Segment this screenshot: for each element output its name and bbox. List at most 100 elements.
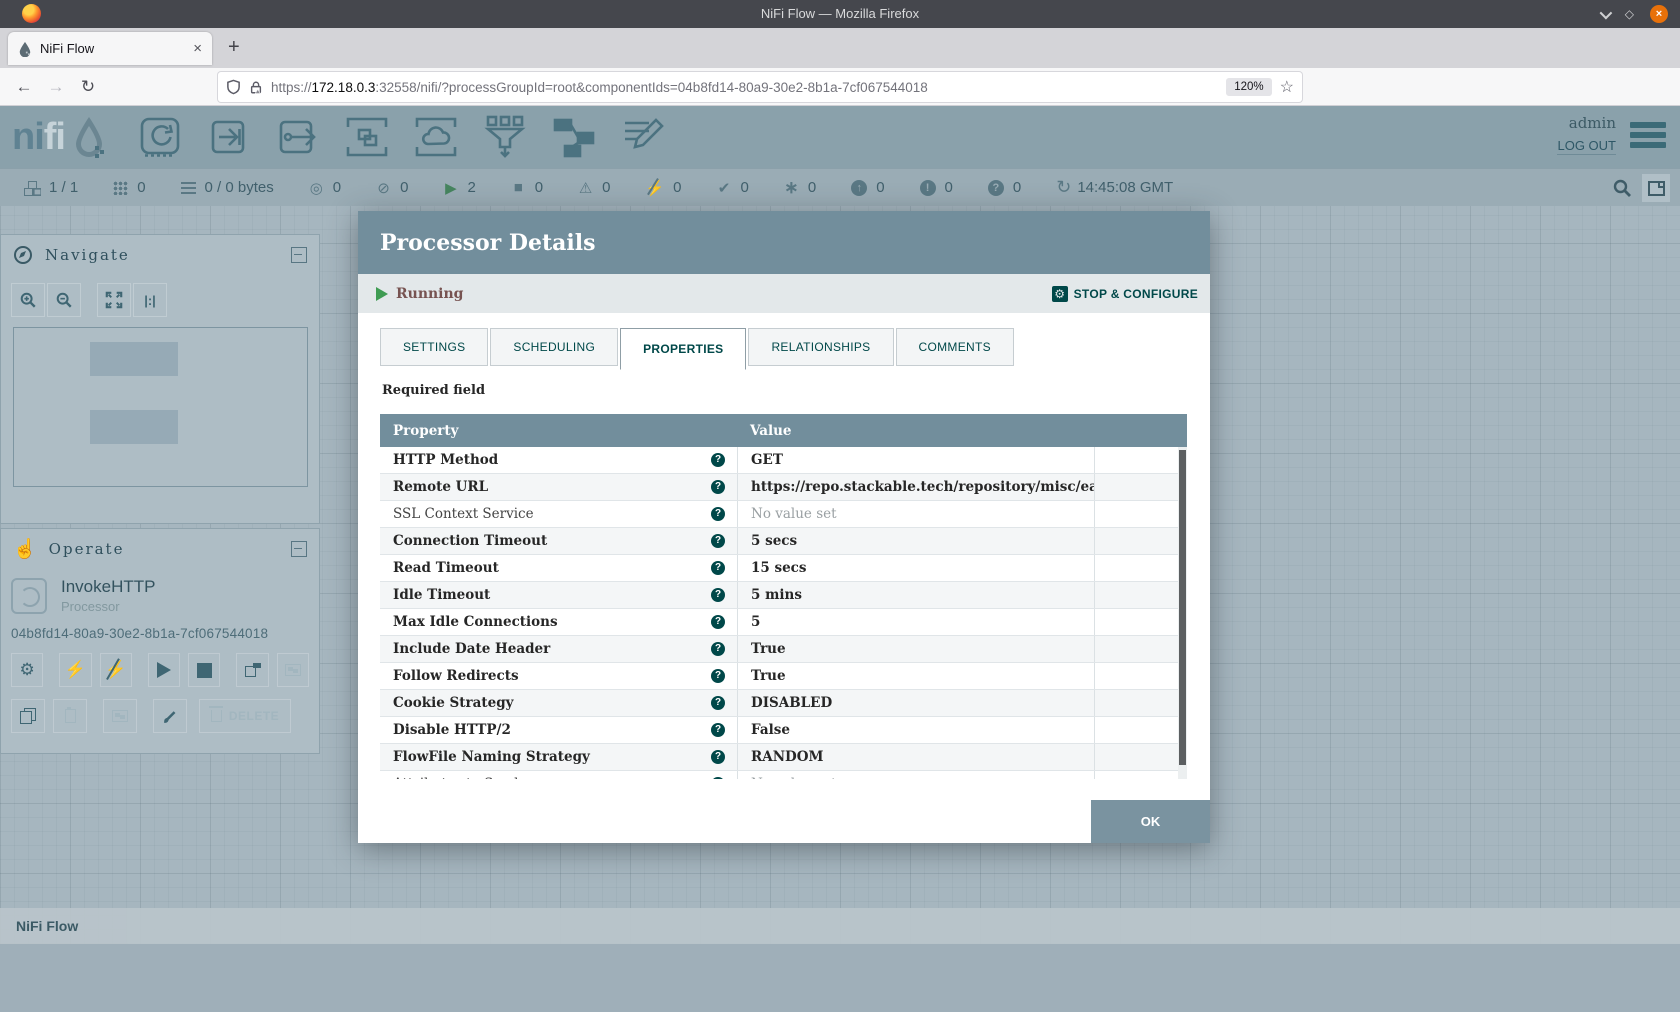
property-value[interactable]: True [737,636,1094,662]
help-icon[interactable]: ? [711,615,725,629]
table-row[interactable]: HTTP Method?GET [380,447,1187,474]
property-value[interactable]: No value set [737,501,1094,527]
copy-button[interactable] [11,699,45,733]
delete-button[interactable]: DELETE [199,699,291,733]
configure-button[interactable]: ⚙ [11,653,43,687]
property-value[interactable]: 5 secs [737,528,1094,554]
paste-button[interactable] [53,699,87,733]
window-close-button[interactable]: × [1650,5,1668,23]
help-icon[interactable]: ? [711,750,725,764]
new-tab-button[interactable]: + [228,36,240,59]
property-value[interactable]: https://repo.stackable.tech/repository/m… [737,474,1094,500]
tab-relationships[interactable]: RELATIONSHIPS [748,328,893,366]
forward-button[interactable]: → [40,77,72,97]
help-icon[interactable]: ? [711,642,725,656]
help-icon[interactable]: ? [711,669,725,683]
stop-and-configure-button[interactable]: ⚙ STOP & CONFIGURE [1052,286,1198,302]
property-column-header: Property [393,423,459,439]
browser-tab[interactable]: NiFi Flow × [8,32,212,65]
table-row[interactable]: Idle Timeout?5 mins [380,582,1187,609]
property-value[interactable]: False [737,717,1094,743]
zoom-level-badge[interactable]: 120% [1226,78,1271,96]
property-value[interactable]: 5 mins [737,582,1094,608]
url-text[interactable]: https://172.18.0.3:32558/nifi/?processGr… [271,80,1218,95]
scrollbar-thumb[interactable] [1179,450,1186,765]
reload-button[interactable]: ↻ [72,77,104,97]
table-row[interactable]: Read Timeout?15 secs [380,555,1187,582]
collapse-navigate-icon[interactable] [291,247,307,263]
search-icon[interactable] [1612,178,1632,198]
table-row[interactable]: SSL Context Service?No value set [380,501,1187,528]
disable-button[interactable]: ⚡ [100,653,132,687]
shield-icon[interactable] [226,79,241,95]
label-icon[interactable] [620,114,666,160]
property-value[interactable]: True [737,663,1094,689]
breadcrumb[interactable]: NiFi Flow [0,908,1680,944]
stop-button[interactable] [188,653,220,687]
tab-settings[interactable]: SETTINGS [380,328,488,366]
window-shade-icon[interactable] [1599,6,1612,19]
window-maximize-icon[interactable]: ◇ [1625,7,1634,21]
back-button[interactable]: ← [8,77,40,97]
table-row[interactable]: FlowFile Naming Strategy?RANDOM [380,744,1187,771]
upload-template-button[interactable] [277,653,309,687]
template-icon[interactable] [551,114,597,160]
table-row[interactable]: Connection Timeout?5 secs [380,528,1187,555]
property-value[interactable]: RANDOM [737,744,1094,770]
help-icon[interactable]: ? [711,777,725,779]
process-group-icon[interactable] [344,114,390,160]
table-row[interactable]: Follow Redirects?True [380,663,1187,690]
help-icon[interactable]: ? [711,480,725,494]
property-value[interactable]: DISABLED [737,690,1094,716]
property-value[interactable]: 15 secs [737,555,1094,581]
ok-button[interactable]: OK [1091,800,1210,843]
enable-button[interactable]: ⚡ [59,653,91,687]
table-row[interactable]: Max Idle Connections?5 [380,609,1187,636]
url-bar[interactable]: https://172.18.0.3:32558/nifi/?processGr… [218,72,1302,102]
nifi-logo[interactable]: nifi [12,114,109,160]
tab-properties[interactable]: PROPERTIES [620,328,746,370]
tab-close-icon[interactable]: × [193,40,202,57]
zoom-in-button[interactable] [11,283,45,317]
help-icon[interactable]: ? [711,723,725,737]
output-port-icon[interactable] [275,114,321,160]
zoom-fit-button[interactable] [97,283,131,317]
logout-link[interactable]: LOG OUT [1557,138,1616,155]
remote-process-group-icon[interactable] [413,114,459,160]
bookmark-star-icon[interactable]: ☆ [1280,77,1294,97]
collapse-operate-icon[interactable] [291,541,307,557]
window-titlebar[interactable]: NiFi Flow — Mozilla Firefox ◇ × [0,0,1680,28]
property-value[interactable]: No value set [737,771,1094,779]
lock-warning-icon[interactable] [249,80,263,95]
group-button[interactable] [103,699,137,733]
table-row[interactable]: Include Date Header?True [380,636,1187,663]
funnel-icon[interactable] [482,114,528,160]
table-row[interactable]: Disable HTTP/2?False [380,717,1187,744]
create-template-button[interactable] [236,653,268,687]
breadcrumb-root[interactable]: NiFi Flow [16,918,78,934]
processor-icon[interactable] [137,114,183,160]
help-icon[interactable]: ? [711,588,725,602]
help-icon[interactable]: ? [711,534,725,548]
start-button[interactable] [148,653,180,687]
help-icon[interactable]: ? [711,561,725,575]
table-scrollbar[interactable] [1178,447,1187,779]
global-menu-icon[interactable] [1630,122,1666,148]
input-port-icon[interactable] [206,114,252,160]
property-value[interactable]: 5 [737,609,1094,635]
property-value[interactable]: GET [737,447,1094,473]
bulletin-board-button[interactable] [1642,174,1670,202]
minimap[interactable] [13,327,308,487]
table-row[interactable]: Attributes to Send?No value set [380,771,1187,779]
change-color-button[interactable] [153,699,187,733]
tab-scheduling[interactable]: SCHEDULING [490,328,618,366]
table-row[interactable]: Remote URL?https://repo.stackable.tech/r… [380,474,1187,501]
refresh-icon[interactable]: ↻ [1056,177,1071,198]
zoom-actual-size-button[interactable]: |:| [133,283,167,317]
help-icon[interactable]: ? [711,453,725,467]
table-row[interactable]: Cookie Strategy?DISABLED [380,690,1187,717]
help-icon[interactable]: ? [711,507,725,521]
zoom-out-button[interactable] [47,283,81,317]
help-icon[interactable]: ? [711,696,725,710]
tab-comments[interactable]: COMMENTS [896,328,1014,366]
